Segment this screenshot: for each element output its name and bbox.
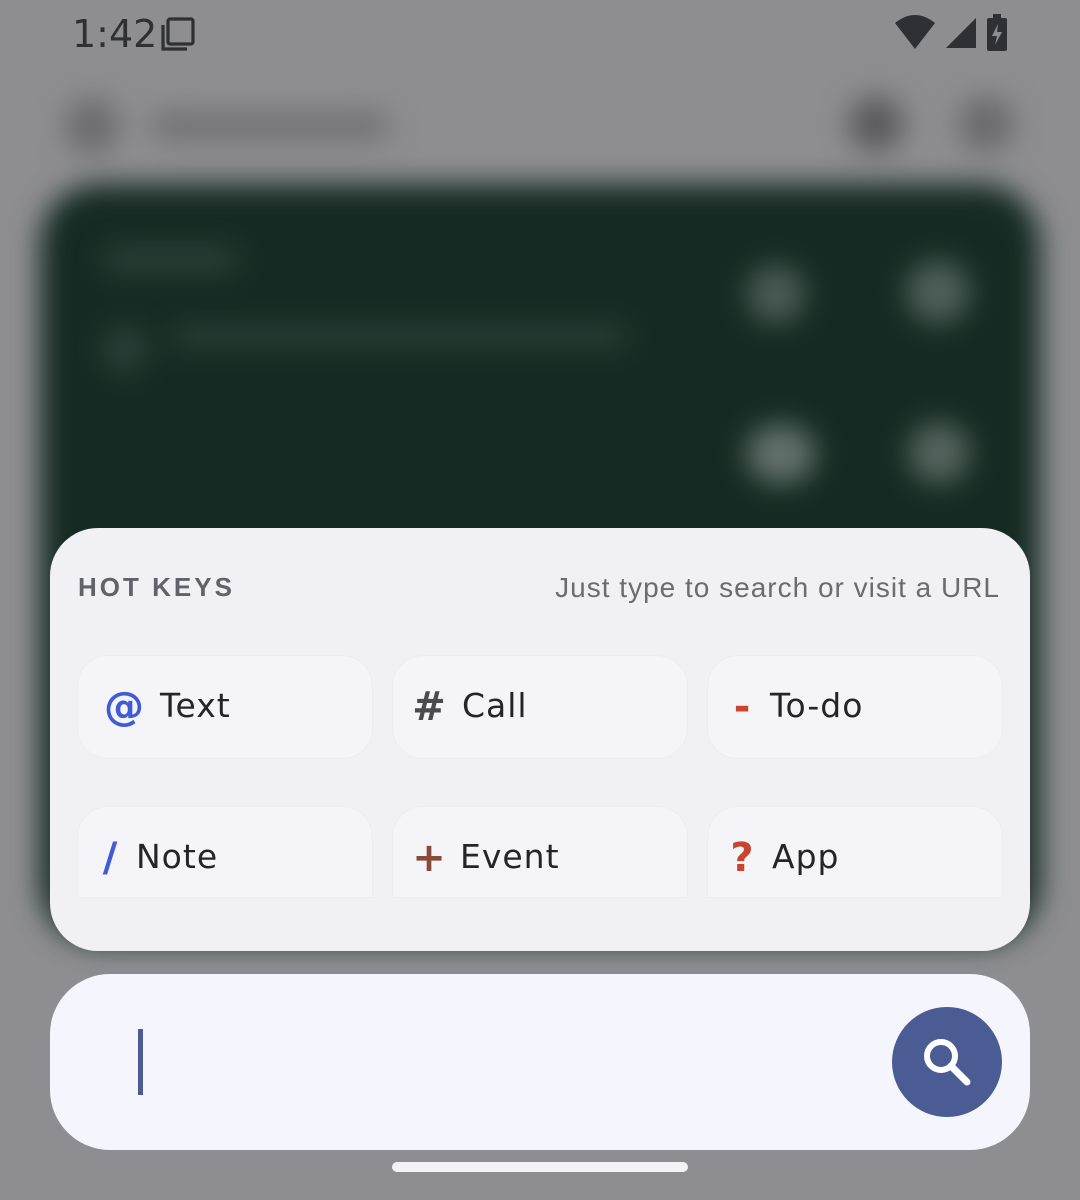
hotkey-label: Event (460, 837, 560, 876)
battery-charging-icon (987, 14, 1007, 51)
status-bar: 1:42 (0, 0, 1080, 68)
hotkey-label: App (772, 837, 840, 876)
slash-icon: / (102, 835, 118, 881)
status-time: 1:42 (72, 12, 158, 56)
background-blob (100, 324, 150, 374)
hotkey-label: To-do (770, 686, 864, 725)
hot-keys-panel: HOT KEYS Just type to search or visit a … (50, 528, 1030, 951)
hotkey-call[interactable]: # Call (393, 656, 687, 758)
plus-icon: + (412, 835, 446, 881)
hotkey-app[interactable]: ? App (708, 807, 1002, 897)
search-bar (50, 974, 1030, 1150)
status-icons (894, 13, 1008, 53)
background-blob (100, 244, 240, 274)
wifi-icon (895, 15, 935, 49)
at-icon: @ (104, 684, 144, 730)
background-avatar (64, 98, 120, 154)
cell-signal-icon (946, 18, 976, 48)
screen-record-icon (161, 17, 195, 51)
hot-keys-title: HOT KEYS (78, 572, 235, 602)
background-blob (170, 324, 630, 348)
hotkey-event[interactable]: + Event (393, 807, 687, 897)
search-hint: Just type to search or visit a URL (555, 572, 1000, 603)
background-blob (746, 264, 806, 324)
search-icon (924, 1039, 971, 1086)
background-blob (906, 260, 970, 324)
search-input[interactable] (120, 1014, 884, 1112)
hash-icon: # (412, 684, 446, 730)
background-title (150, 112, 390, 140)
background-button (958, 96, 1014, 152)
search-button[interactable] (892, 1007, 1002, 1117)
dash-icon: - (733, 684, 751, 730)
background-button (848, 96, 904, 152)
hotkey-note[interactable]: / Note (78, 807, 372, 897)
hotkey-label: Call (462, 686, 528, 725)
hotkey-label: Note (136, 837, 219, 876)
background-blob (746, 424, 816, 484)
hotkey-todo[interactable]: - To-do (708, 656, 1002, 758)
background-blob (908, 422, 970, 484)
hotkey-text[interactable]: @ Text (78, 656, 372, 758)
text-caret (138, 1029, 143, 1095)
question-icon: ? (730, 835, 754, 881)
navigation-handle[interactable] (392, 1162, 688, 1172)
hotkey-label: Text (160, 686, 231, 725)
